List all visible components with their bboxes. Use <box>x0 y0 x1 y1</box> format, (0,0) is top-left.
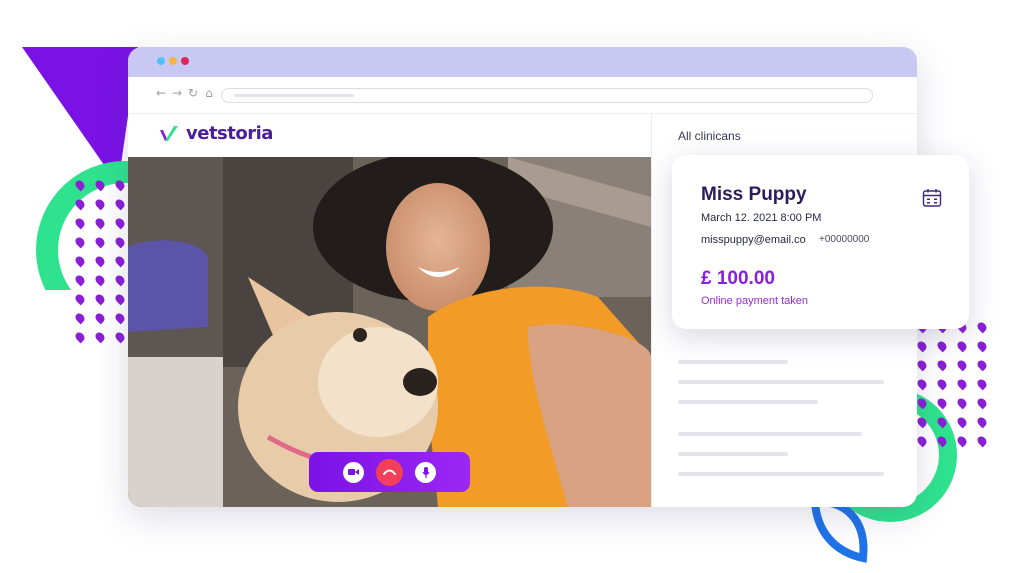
appointment-card[interactable]: Miss Puppy March 12. 2021 8:00 PM misspu… <box>672 155 969 329</box>
placeholder-line <box>678 432 862 436</box>
payment-status: Online payment taken <box>701 295 809 307</box>
window-dot-3[interactable] <box>181 57 189 65</box>
vetstoria-logo-mark-icon <box>160 125 178 141</box>
dot-pattern-right <box>915 320 990 448</box>
call-controls-bar <box>309 452 470 492</box>
end-call-icon <box>383 469 396 475</box>
vetstoria-logo: vetstoria <box>158 123 273 144</box>
window-dot-1[interactable] <box>157 57 165 65</box>
patient-name: Miss Puppy <box>701 184 807 205</box>
logo-text: vetstoria <box>186 123 273 144</box>
navigation-icons: ← → ↻ ⌂ <box>156 86 218 100</box>
video-call-feed <box>128 157 651 507</box>
placeholder-line <box>678 380 884 384</box>
main-panel: vetstoria <box>128 113 651 507</box>
title-bar <box>128 47 917 77</box>
home-icon[interactable]: ⌂ <box>204 86 218 100</box>
all-clinicians-filter[interactable]: All clinicans <box>678 129 741 143</box>
forward-arrow-icon[interactable]: → <box>172 86 186 100</box>
address-input[interactable] <box>221 88 873 103</box>
microphone-icon <box>421 466 430 478</box>
back-arrow-icon[interactable]: ← <box>156 86 170 100</box>
camera-icon <box>348 469 359 475</box>
calendar-icon[interactable] <box>922 188 942 208</box>
placeholder-line <box>678 360 788 364</box>
owner-email: misspuppy@email.co <box>701 234 806 246</box>
camera-button[interactable] <box>343 461 364 483</box>
placeholder-line <box>678 472 884 476</box>
end-call-button[interactable] <box>376 458 403 486</box>
reload-icon[interactable]: ↻ <box>188 86 202 100</box>
address-bar-row: ← → ↻ ⌂ <box>128 77 917 114</box>
placeholder-line <box>678 452 788 456</box>
payment-amount: £ 100.00 <box>701 268 775 289</box>
window-dot-2[interactable] <box>169 57 177 65</box>
appointment-date: March 12. 2021 8:00 PM <box>701 212 822 224</box>
microphone-button[interactable] <box>415 461 436 483</box>
owner-phone: +00000000 <box>819 234 870 245</box>
placeholder-line <box>678 400 818 404</box>
